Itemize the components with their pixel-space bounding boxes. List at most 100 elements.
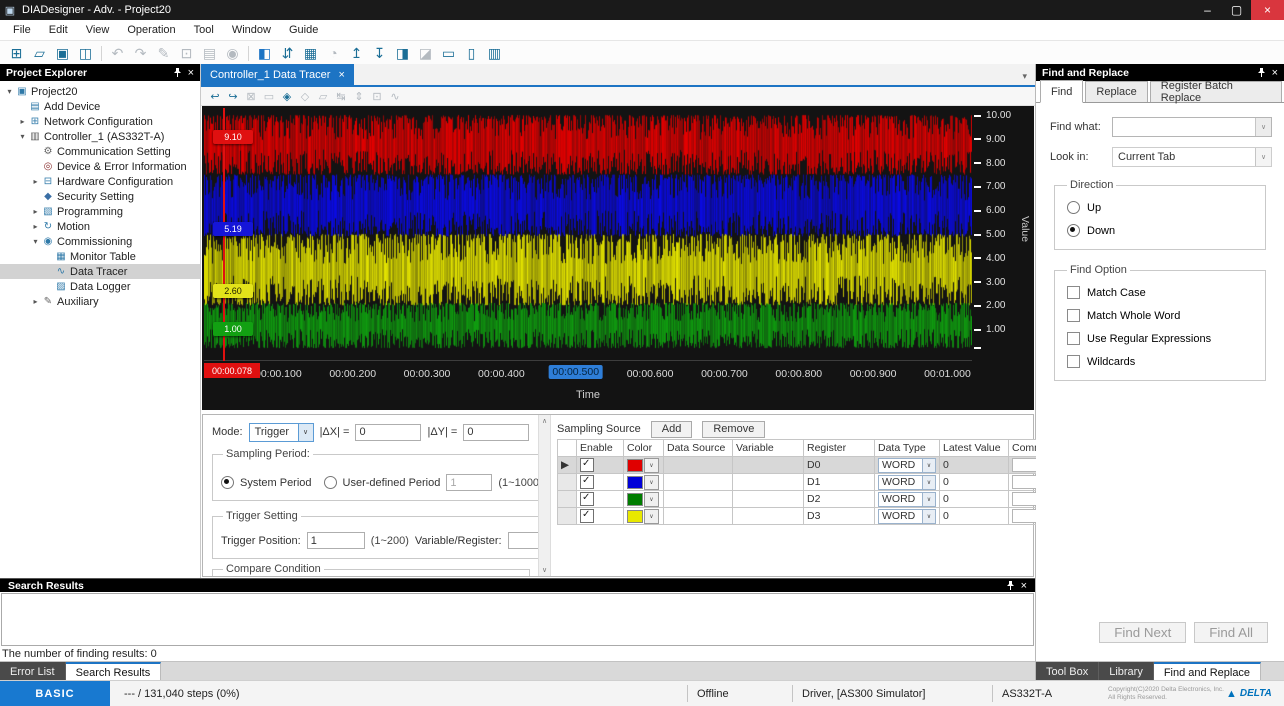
table-row[interactable]: ▶∨D0WORD∨0 — [558, 457, 1076, 474]
color-dropdown-icon[interactable]: ∨ — [644, 492, 659, 507]
maximize-button[interactable]: ▢ — [1222, 0, 1251, 20]
scroll-up-icon[interactable]: ∧ — [542, 417, 547, 425]
cursor-tool-icon[interactable]: ◈ — [278, 90, 296, 103]
register-cell[interactable]: D1 — [804, 474, 875, 491]
variable-cell[interactable] — [733, 491, 804, 508]
tree-item-hardware-configuration[interactable]: ▸⊟Hardware Configuration — [0, 174, 200, 189]
user-period-radio[interactable] — [324, 476, 337, 489]
paste-icon[interactable]: ▤ — [198, 43, 221, 63]
tree-item-data-tracer[interactable]: ∿Data Tracer — [0, 264, 200, 279]
panel-tab-tool-box[interactable]: Tool Box — [1036, 662, 1099, 681]
user-period-input[interactable] — [446, 474, 492, 491]
menu-view[interactable]: View — [77, 20, 119, 40]
tree-item-device-error-information[interactable]: ◎Device & Error Information — [0, 159, 200, 174]
look-in-combo[interactable]: Current Tab ∨ — [1112, 147, 1272, 167]
tree-item-auxiliary[interactable]: ▸✎Auxiliary — [0, 294, 200, 309]
menu-guide[interactable]: Guide — [280, 20, 327, 40]
tree-item-communication-setting[interactable]: ⚙Communication Setting — [0, 144, 200, 159]
menu-edit[interactable]: Edit — [40, 20, 77, 40]
tree-item-network-configuration[interactable]: ▸⊞Network Configuration — [0, 114, 200, 129]
tree-item-motion[interactable]: ▸↻Motion — [0, 219, 200, 234]
panel-tab-find-and-replace[interactable]: Find and Replace — [1154, 662, 1261, 681]
upload-project-icon[interactable]: ↥ — [345, 43, 368, 63]
color-dropdown-icon[interactable]: ∨ — [644, 458, 659, 473]
expand-arrow-icon[interactable]: ▸ — [30, 297, 41, 306]
color-dropdown-icon[interactable]: ∨ — [644, 475, 659, 490]
capture-icon[interactable]: ▭ — [260, 90, 278, 103]
remove-button[interactable]: Remove — [702, 421, 765, 438]
new-project-icon[interactable]: ⊞ — [5, 43, 28, 63]
register-cell[interactable]: D0 — [804, 457, 875, 474]
bottom-tab-error-list[interactable]: Error List — [0, 662, 66, 681]
tree-item-security-setting[interactable]: ◆Security Setting — [0, 189, 200, 204]
copy-icon[interactable]: ⊡ — [175, 43, 198, 63]
menu-window[interactable]: Window — [223, 20, 280, 40]
unlink-device-icon[interactable]: ◪ — [414, 43, 437, 63]
enable-checkbox[interactable] — [580, 475, 594, 489]
undo-icon[interactable]: ↶ — [106, 43, 129, 63]
open-project-icon[interactable]: ▱ — [28, 43, 51, 63]
pin-icon[interactable] — [173, 68, 182, 78]
direction-up-radio[interactable] — [1067, 201, 1080, 214]
device-matrix-icon[interactable]: ▦ — [299, 43, 322, 63]
export-trace-icon[interactable]: ↪ — [224, 90, 242, 103]
find-next-button[interactable]: Find Next — [1099, 622, 1186, 643]
save-all-icon[interactable]: ◫ — [74, 43, 97, 63]
compare-device-icon[interactable]: ▥ — [483, 43, 506, 63]
use-regular-expressions-checkbox[interactable] — [1067, 332, 1080, 345]
match-whole-word-checkbox[interactable] — [1067, 309, 1080, 322]
cursor-tool-2-icon[interactable]: ◇ — [296, 90, 314, 103]
match-case-checkbox[interactable] — [1067, 286, 1080, 299]
enable-checkbox[interactable] — [580, 509, 594, 523]
table-row[interactable]: ∨D2WORD∨0 — [558, 491, 1076, 508]
data-source-cell[interactable] — [664, 508, 733, 525]
tree-item-controller-1-as332t-a[interactable]: ▾▥Controller_1 (AS332T-A) — [0, 129, 200, 144]
row-selector-cell[interactable]: ▶ — [558, 457, 577, 474]
variable-register-input[interactable] — [508, 532, 538, 549]
expand-arrow-icon[interactable]: ▸ — [30, 177, 41, 186]
system-period-radio[interactable] — [221, 476, 234, 489]
variable-cell[interactable] — [733, 508, 804, 525]
measure-vertical-icon[interactable]: ⇕ — [350, 90, 368, 103]
collapse-arrow-icon[interactable]: ▾ — [30, 237, 41, 246]
record-icon[interactable]: ◉ — [221, 43, 244, 63]
close-button[interactable]: × — [1251, 0, 1284, 20]
tree-item-programming[interactable]: ▸▧Programming — [0, 204, 200, 219]
tree-item-project20[interactable]: ▾▣Project20 — [0, 84, 200, 99]
menu-file[interactable]: File — [4, 20, 40, 40]
gauge-icon[interactable]: ◔ — [322, 43, 345, 63]
expand-arrow-icon[interactable]: ▸ — [17, 117, 28, 126]
redo-icon[interactable]: ↷ — [129, 43, 152, 63]
enable-checkbox[interactable] — [580, 458, 594, 472]
tree-item-monitor-table[interactable]: ▦Monitor Table — [0, 249, 200, 264]
link-device-icon[interactable]: ◨ — [391, 43, 414, 63]
controls-scrollbar[interactable]: ∧ ∨ — [538, 415, 551, 576]
edit-icon[interactable]: ✎ — [152, 43, 175, 63]
mode-select[interactable]: Trigger ∨ — [249, 423, 314, 442]
expand-arrow-icon[interactable]: ▸ — [30, 207, 41, 216]
scroll-down-icon[interactable]: ∨ — [542, 566, 547, 574]
color-dropdown-icon[interactable]: ∨ — [644, 509, 659, 524]
collapse-arrow-icon[interactable]: ▾ — [17, 132, 28, 141]
data-type-select[interactable]: WORD∨ — [878, 509, 936, 524]
tab-controller1-data-tracer[interactable]: Controller_1 Data Tracer × — [201, 64, 354, 85]
xy-view-icon[interactable]: ⊠ — [242, 90, 260, 103]
zoom-region-icon[interactable]: ⊡ — [368, 90, 386, 103]
download-program-icon[interactable]: ⇵ — [276, 43, 299, 63]
data-source-cell[interactable] — [664, 457, 733, 474]
pin-icon[interactable] — [1257, 68, 1266, 78]
direction-down-radio[interactable] — [1067, 224, 1080, 237]
menu-tool[interactable]: Tool — [185, 20, 223, 40]
x-tick-highlighted[interactable]: 00:00.500 — [548, 365, 603, 379]
data-type-select[interactable]: WORD∨ — [878, 458, 936, 473]
find-what-combo[interactable]: ∨ — [1112, 117, 1272, 137]
add-button[interactable]: Add — [651, 421, 693, 438]
run-screen-icon[interactable]: ▭ — [437, 43, 460, 63]
tree-item-commissioning[interactable]: ▾◉Commissioning — [0, 234, 200, 249]
measure-horizontal-icon[interactable]: ↹ — [332, 90, 350, 103]
data-source-cell[interactable] — [664, 491, 733, 508]
data-type-select[interactable]: WORD∨ — [878, 492, 936, 507]
delta-y-input[interactable] — [463, 424, 529, 441]
tree-item-data-logger[interactable]: ▨Data Logger — [0, 279, 200, 294]
enable-checkbox[interactable] — [580, 492, 594, 506]
